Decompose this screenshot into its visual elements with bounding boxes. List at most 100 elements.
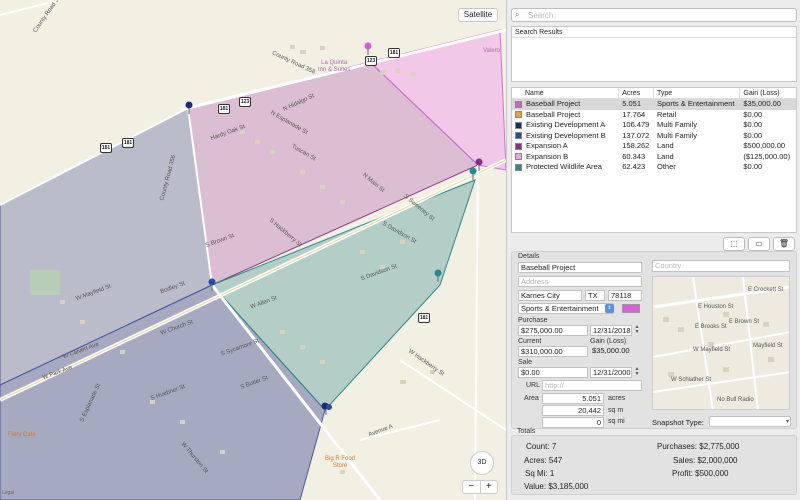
row-acres: 137.072 — [622, 130, 650, 140]
zoom-out-button[interactable]: − — [463, 481, 481, 493]
purchase-value-field[interactable]: $275,000.00 — [518, 325, 588, 336]
color-swatch — [515, 153, 522, 161]
print-icon[interactable]: ▭ — [748, 237, 770, 251]
column-header-type[interactable]: Type — [654, 88, 741, 98]
row-type: Multi Family — [657, 130, 698, 140]
area-sqm-field[interactable]: 20,442 — [542, 405, 604, 416]
column-header-gain[interactable]: Gain (Loss) — [740, 88, 796, 98]
current-value-field[interactable]: $310,000.00 — [518, 346, 588, 357]
table-row[interactable]: Existing Development B 137.072 Multi Famil… — [512, 131, 796, 142]
row-acres: 60.343 — [622, 151, 646, 161]
right-panel: ⌕ Search Results Name Acres Type Gain (L… — [506, 0, 800, 500]
color-swatch — [515, 111, 522, 119]
highway-shield-123: 123 — [365, 56, 377, 66]
acres-unit: acres — [608, 395, 626, 402]
row-gain: $0.00 — [743, 120, 763, 129]
snapshot-map-thumbnail[interactable]: E Houston St E Crockett St E Brown St E … — [652, 276, 790, 410]
purchase-date-field[interactable]: 12/31/2018 — [590, 325, 632, 336]
area-label: Area — [524, 395, 539, 402]
row-acres: 158.262 — [622, 141, 650, 150]
purchase-label: Purchase — [518, 317, 548, 324]
table-row[interactable]: Expansion A 158.262 Land $500,000.00 — [512, 141, 796, 152]
date-stepper-icon[interactable]: ▲ ▼ — [634, 367, 640, 378]
parcels-table[interactable]: Name Acres Type Gain (Loss) Baseball Pro… — [511, 87, 797, 233]
color-swatch — [515, 163, 522, 171]
trash-icon[interactable]: 🗑 — [773, 237, 795, 251]
table-row[interactable]: Protected Wildlife Area 62.423 Other $0.00 — [512, 162, 796, 173]
map-pin-icon[interactable] — [320, 402, 334, 416]
table-row[interactable]: Baseball Project 5.051 Sports & Entertainm… — [512, 99, 796, 110]
url-field[interactable]: http:// — [542, 380, 642, 391]
row-type: Land — [657, 141, 674, 150]
table-toolbar: ⬚ ▭ 🗑 — [723, 237, 795, 251]
details-section-label: Details — [518, 253, 540, 260]
type-select[interactable]: Sports & Entertainment — [518, 303, 614, 314]
search-box[interactable]: ⌕ — [511, 8, 797, 22]
total-sales: Sales: $2,000,000 — [673, 456, 738, 465]
3d-button[interactable]: 3D — [470, 451, 494, 475]
table-row[interactable]: Baseball Project 17.764 Retail $0.00 — [512, 110, 796, 121]
row-gain: $0.00 — [743, 109, 763, 119]
state-field[interactable]: TX — [585, 290, 605, 301]
color-swatch — [515, 121, 522, 129]
satellite-button[interactable]: Satellite — [458, 8, 498, 22]
chevron-updown-icon[interactable]: ⇕ — [605, 304, 614, 313]
current-label: Current — [518, 338, 542, 345]
color-swatch — [515, 142, 522, 150]
poi-la-quinta[interactable]: La Quinta Inn & Suites — [318, 60, 350, 74]
map-canvas[interactable] — [0, 0, 506, 500]
city-field[interactable]: Karnes City — [518, 290, 582, 301]
table-body: Baseball Project 5.051 Sports & Entertainm… — [512, 99, 796, 173]
search-input[interactable] — [528, 9, 788, 21]
select-area-icon[interactable]: ⬚ — [723, 237, 745, 251]
zoom-control: − + — [462, 480, 498, 494]
snapshot-type-select[interactable]: ▾ — [709, 416, 791, 427]
map-pin-icon[interactable] — [363, 42, 373, 56]
legal-link[interactable]: Legal — [2, 490, 14, 496]
row-name-cell: Existing Development A — [512, 120, 619, 131]
zoom-in-button[interactable]: + — [481, 481, 498, 493]
name-field[interactable]: Baseball Project — [518, 262, 642, 273]
color-well[interactable] — [622, 304, 640, 313]
country-field[interactable]: Country — [652, 260, 790, 272]
column-header-acres[interactable]: Acres — [619, 88, 654, 98]
poi-valero[interactable]: Valero — [483, 48, 500, 55]
total-purchases: Purchases: $2,775,000 — [657, 442, 740, 451]
zip-field[interactable]: 78118 — [608, 290, 642, 301]
table-row[interactable]: Existing Development A 106.479 Multi Famil… — [512, 120, 796, 131]
total-acres: Acres: 547 — [524, 456, 563, 465]
highway-shield-181: 181 — [388, 48, 400, 58]
area-acres-field[interactable]: 5.051 — [542, 393, 604, 404]
row-name: Baseball Project — [526, 99, 581, 108]
column-header-name[interactable]: Name — [512, 88, 620, 98]
sale-label: Sale — [518, 359, 533, 366]
snapshot-type-label: Snapshot Type: — [652, 418, 704, 427]
map-pin-icon[interactable] — [184, 101, 194, 115]
row-name-cell: Baseball Project — [512, 99, 619, 110]
address-field[interactable]: Address — [518, 276, 642, 287]
road-vertical — [474, 164, 479, 500]
chevron-down-icon: ▾ — [785, 419, 789, 425]
row-acres: 62.423 — [622, 162, 646, 171]
snapshot-street-label: W Schlather St — [671, 377, 712, 383]
area-sqmi-field[interactable]: 0 — [542, 417, 604, 428]
row-type: Sports & Entertainment — [657, 99, 735, 108]
totals-panel: Count: 7 Acres: 547 Sq Mi: 1 Value: $3,1… — [511, 435, 797, 495]
total-profit: Profit: $500,000 — [672, 469, 729, 478]
sqm-unit: sq m — [608, 407, 624, 414]
date-stepper-icon[interactable]: ▲ ▼ — [634, 325, 640, 336]
map-pin-icon[interactable] — [468, 167, 478, 181]
highway-shield-181: 181 — [218, 104, 230, 114]
search-results-list[interactable]: Search Results — [511, 26, 797, 82]
poi-big-food-store[interactable]: Big R Food Store — [325, 456, 355, 470]
map-pin-icon[interactable] — [207, 278, 217, 292]
table-row[interactable]: Expansion B 60.343 Land ($125,000.00) — [512, 152, 796, 163]
sale-date-field[interactable]: 12/31/2000 — [590, 367, 632, 378]
row-type: Retail — [657, 109, 677, 119]
row-gain: $0.00 — [743, 162, 763, 171]
map-pin-icon[interactable] — [433, 269, 443, 283]
poi-fiery-cafe[interactable]: Fiery Cafe — [8, 432, 36, 439]
highway-shield-123: 123 — [239, 97, 251, 107]
sale-value-field[interactable]: $0.00 — [518, 367, 588, 378]
map-view[interactable]: 181 123 181 123 181 181 181 County Road … — [0, 0, 506, 500]
